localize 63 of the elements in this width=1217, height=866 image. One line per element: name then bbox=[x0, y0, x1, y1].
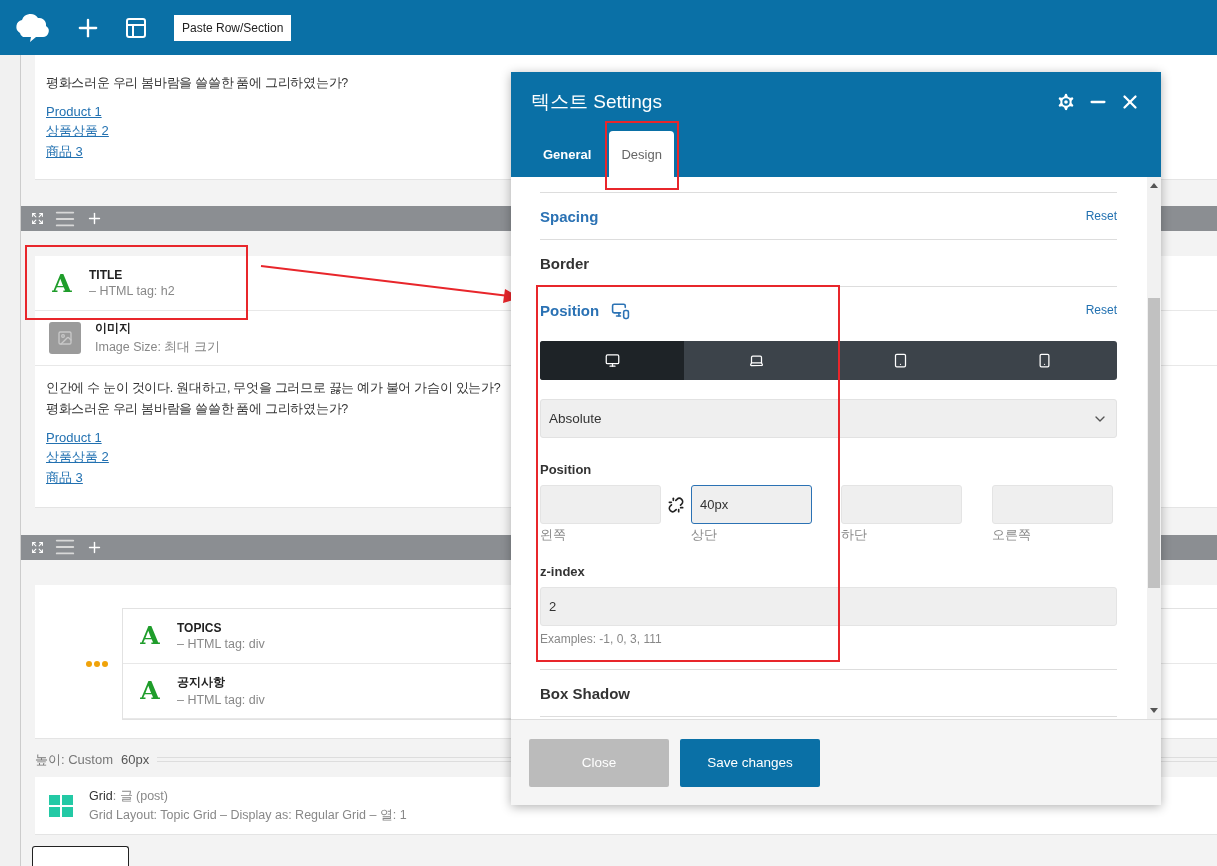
module-meta: Grid Layout: Topic Grid – Display as: Regular Grid – 열: 1 bbox=[89, 806, 407, 824]
product-link[interactable]: 商品 3 bbox=[46, 143, 83, 161]
offset-label: 오른쪽 bbox=[992, 527, 1032, 544]
scrollbar[interactable] bbox=[1147, 177, 1161, 719]
device-tab[interactable] bbox=[540, 341, 685, 380]
field-label: z-index bbox=[540, 564, 586, 579]
module-title: 이미지 bbox=[95, 320, 132, 338]
section-title[interactable]: Position bbox=[540, 301, 600, 319]
image-icon bbox=[49, 322, 81, 355]
z-index-input[interactable]: 2 bbox=[540, 587, 1117, 626]
offset-label: 하단 bbox=[841, 527, 868, 544]
layout-icon[interactable] bbox=[124, 15, 148, 40]
product-link[interactable]: 상품상품 2 bbox=[46, 122, 109, 140]
paragraph: 평화스러운 우리 봄바람을 쓸쓸한 품에 그리하였는가? bbox=[46, 401, 348, 419]
offset-input[interactable]: 40px bbox=[691, 485, 812, 524]
offset-label: 왼쪽 bbox=[540, 527, 567, 544]
field-label: Position bbox=[540, 462, 593, 477]
paste-row-button[interactable]: Paste Row/Section bbox=[174, 14, 292, 41]
paragraph: 인간에 수 눈이 것이다. 원대하고, 무엇을 그러므로 끓는 예가 불어 가슴이 있는가? bbox=[46, 380, 501, 398]
section-title[interactable]: Border bbox=[540, 254, 590, 272]
module-meta: Image Size: 최대 크기 bbox=[95, 339, 220, 357]
expand-icon[interactable] bbox=[31, 540, 44, 554]
tab[interactable]: General bbox=[531, 131, 604, 177]
module-icon: A bbox=[137, 676, 163, 706]
phone-icon bbox=[1037, 353, 1053, 368]
module-meta: – HTML tag: div bbox=[177, 636, 265, 651]
product-link[interactable]: 상품상품 2 bbox=[46, 448, 109, 467]
settings-icon[interactable] bbox=[1055, 91, 1077, 113]
position-select[interactable]: Absolute bbox=[540, 399, 1117, 438]
paragraph: 평화스러운 우리 봄바람을 쓸쓸한 품에 그리하였는가? bbox=[46, 75, 348, 92]
product-link[interactable]: Product 1 bbox=[46, 104, 102, 119]
desktop-icon bbox=[604, 353, 620, 368]
product-link[interactable]: 商品 3 bbox=[46, 469, 83, 488]
module-title: TITLE bbox=[89, 268, 124, 283]
laptop-icon bbox=[748, 353, 764, 368]
module-meta: – HTML tag: h2 bbox=[89, 284, 175, 299]
module-meta: – HTML tag: div bbox=[177, 693, 265, 708]
expand-icon[interactable] bbox=[31, 212, 44, 226]
product-link[interactable]: Product 1 bbox=[46, 430, 102, 446]
examples-hint: Examples: -1, 0, 3, 111 bbox=[540, 632, 663, 646]
offset-input[interactable] bbox=[992, 485, 1113, 524]
dialog-title: 텍스트 Settings bbox=[531, 90, 662, 114]
outline-button[interactable] bbox=[32, 846, 129, 866]
offset-label: 상단 bbox=[691, 527, 718, 544]
reset-link[interactable]: Reset bbox=[1085, 303, 1117, 317]
module-icon: A bbox=[137, 621, 163, 651]
offset-input[interactable] bbox=[540, 485, 661, 524]
spacer-label: 높이: Custom bbox=[35, 750, 113, 769]
grid-icon bbox=[49, 794, 73, 817]
module-icon: A bbox=[49, 268, 75, 298]
module-title: Grid: 글 (post) bbox=[89, 787, 169, 805]
spacer-value: 60px bbox=[121, 752, 150, 768]
section-title[interactable]: Box Shadow bbox=[540, 684, 630, 702]
tablet-icon bbox=[893, 353, 909, 368]
section-title[interactable]: Spacing bbox=[540, 207, 599, 225]
tab[interactable]: Design bbox=[609, 131, 674, 177]
reset-link[interactable]: Reset bbox=[1085, 209, 1117, 223]
responsive-icon[interactable] bbox=[611, 300, 631, 320]
offset-input[interactable] bbox=[841, 485, 962, 524]
module-title: 공지사항 bbox=[177, 674, 226, 692]
save-button[interactable]: Save changes bbox=[680, 738, 820, 787]
module-title: TOPICS bbox=[177, 620, 223, 635]
dots-icon[interactable] bbox=[86, 660, 108, 667]
